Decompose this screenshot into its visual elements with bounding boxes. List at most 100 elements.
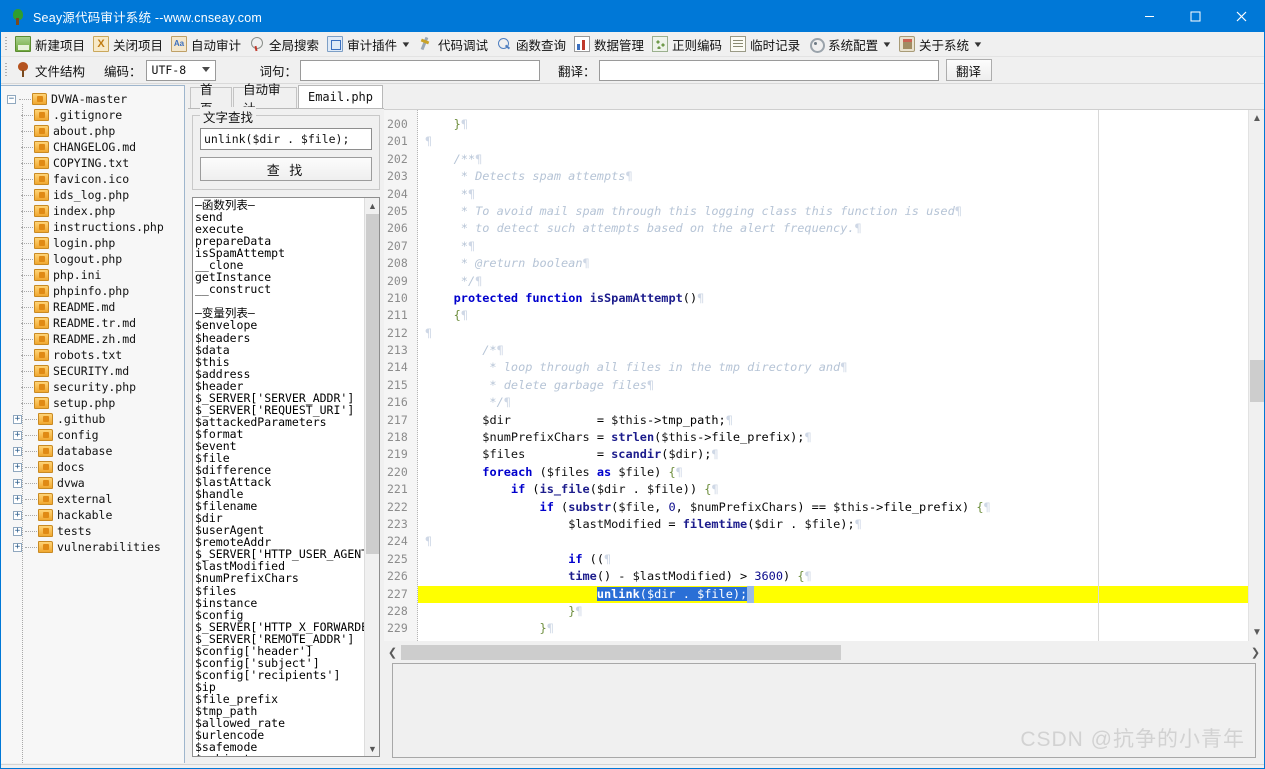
output-panel[interactable]: CSDN @抗争的小青年 — [392, 663, 1256, 758]
tree-node-file[interactable]: ids_log.php — [7, 187, 184, 203]
editor-tab-2[interactable]: Email.php — [297, 85, 383, 108]
tree-node-file[interactable]: CHANGELOG.md — [7, 139, 184, 155]
scroll-down-icon[interactable]: ▼ — [365, 741, 379, 756]
code-line[interactable]: }¶ — [418, 638, 1248, 641]
toolbar-regex-encode[interactable]: 正则编码 — [649, 33, 727, 55]
tree-node-file[interactable]: setup.php — [7, 395, 184, 411]
scrollbar-thumb[interactable] — [1250, 360, 1264, 402]
tree-node-file[interactable]: phpinfo.php — [7, 283, 184, 299]
variable-list-item[interactable]: $_SERVER['REMOTE_ADDR'] — [195, 633, 364, 645]
code-line[interactable]: time() - $lastModified) > 3600) {¶ — [418, 568, 1248, 585]
maximize-button[interactable] — [1172, 1, 1218, 32]
toolbar-about-system[interactable]: 关于系统 ▼ — [896, 33, 987, 55]
toolbar-data-manage[interactable]: 数据管理 — [571, 33, 649, 55]
encoding-select[interactable]: UTF-8 — [145, 59, 216, 81]
tree-node-folder[interactable]: + hackable — [7, 507, 184, 523]
variable-list-item[interactable]: $header — [195, 380, 364, 392]
code-line[interactable]: }¶ — [418, 620, 1248, 637]
expand-icon[interactable]: + — [13, 446, 22, 456]
code-line[interactable]: * loop through all files in the tmp dire… — [418, 359, 1248, 376]
variable-list-item[interactable]: $numPrefixChars — [195, 572, 364, 584]
code-line[interactable]: * Detects spam attempts¶ — [418, 168, 1248, 185]
tree-node-file[interactable]: login.php — [7, 235, 184, 251]
scroll-right-icon[interactable]: ❯ — [1247, 644, 1264, 661]
scroll-left-icon[interactable]: ❮ — [384, 644, 401, 661]
tree-node-folder[interactable]: + config — [7, 427, 184, 443]
code-line[interactable]: $dir = $this->tmp_path;¶ — [418, 412, 1248, 429]
tree-node-root[interactable]: − DVWA-master — [7, 91, 184, 107]
code-line[interactable]: *¶ — [418, 238, 1248, 255]
expand-icon[interactable]: + — [13, 510, 22, 520]
find-button[interactable]: 查 找 — [200, 157, 372, 181]
tree-node-folder[interactable]: + .github — [7, 411, 184, 427]
code-line[interactable]: *¶ — [418, 186, 1248, 203]
variable-list-item[interactable]: $subject — [195, 753, 364, 756]
expand-icon[interactable]: + — [13, 478, 22, 488]
code-line[interactable]: /*¶ — [418, 342, 1248, 359]
editor-vertical-scrollbar[interactable]: ▲ ▼ — [1248, 110, 1264, 641]
variable-list-item[interactable]: $this — [195, 356, 364, 368]
variable-list-item[interactable]: $config — [195, 609, 364, 621]
tree-node-file[interactable]: SECURITY.md — [7, 363, 184, 379]
symbol-listbox[interactable]: —函数列表— send execute prepareData isSpamAttemp… — [192, 197, 380, 757]
tree-node-file[interactable]: .gitignore — [7, 107, 184, 123]
code-line[interactable]: * @return boolean¶ — [418, 255, 1248, 272]
minimize-button[interactable] — [1126, 1, 1172, 32]
tree-node-file[interactable]: index.php — [7, 203, 184, 219]
toolbar-close-project[interactable]: X 关闭项目 — [90, 33, 168, 55]
tree-node-file[interactable]: COPYING.txt — [7, 155, 184, 171]
code-line[interactable]: }¶ — [418, 116, 1248, 133]
editor-horizontal-scrollbar[interactable]: ❮ ❯ — [384, 643, 1264, 661]
variable-list-item[interactable]: $data — [195, 344, 364, 356]
scroll-up-icon[interactable]: ▲ — [1249, 110, 1264, 127]
translate-button[interactable]: 翻译 — [945, 59, 992, 81]
function-list-item[interactable]: __construct — [195, 283, 364, 295]
tree-node-file[interactable]: README.tr.md — [7, 315, 184, 331]
tree-node-file[interactable]: logout.php — [7, 251, 184, 267]
code-line[interactable]: */¶ — [418, 273, 1248, 290]
code-editor[interactable]: 200 201 202 203 204 205 206 207 208 209 210 211 212 2… — [384, 109, 1264, 641]
tree-node-folder[interactable]: + tests — [7, 523, 184, 539]
code-line[interactable]: ¶ — [418, 533, 1248, 550]
code-line[interactable]: protected function isSpamAttempt()¶ — [418, 290, 1248, 307]
variable-list-item[interactable]: $config['header'] — [195, 645, 364, 657]
tree-node-file[interactable]: README.zh.md — [7, 331, 184, 347]
code-line[interactable]: */¶ — [418, 394, 1248, 411]
code-text-area[interactable]: }¶ ¶ /**¶ * Detects spam attempts¶ *¶ * T… — [418, 110, 1248, 641]
editor-tab-0[interactable]: 首页 — [190, 83, 232, 116]
variable-list-item[interactable]: $_SERVER['SERVER_ADDR'] — [195, 392, 364, 404]
code-line[interactable]: ¶ — [418, 133, 1248, 150]
code-line[interactable]: * to detect such attempts based on the a… — [418, 220, 1248, 237]
code-line-highlighted[interactable]: unlink($dir . $file); — [418, 585, 1248, 603]
toolbar-grip[interactable] — [3, 36, 10, 52]
toolbar-auto-audit[interactable]: Aa 自动审计 — [168, 33, 246, 55]
tree-node-folder[interactable]: + vulnerabilities — [7, 539, 184, 555]
toolbar-audit-plugin[interactable]: 审计插件 ▼ — [324, 33, 415, 55]
tree-node-file[interactable]: security.php — [7, 379, 184, 395]
toolbar-code-debug[interactable]: 代码调试 — [415, 33, 493, 55]
toolbar-global-search[interactable]: 全局搜索 — [246, 33, 324, 55]
tree-node-file[interactable]: favicon.ico — [7, 171, 184, 187]
tree-node-file[interactable]: instructions.php — [7, 219, 184, 235]
code-line[interactable]: if ((¶ — [418, 551, 1248, 568]
tree-node-folder[interactable]: + docs — [7, 459, 184, 475]
variable-list-item[interactable]: $files — [195, 584, 364, 596]
editor-tab-1[interactable]: 自动审计 — [233, 83, 297, 116]
code-line[interactable]: {¶ — [418, 307, 1248, 324]
scrollbar-thumb[interactable] — [366, 214, 379, 554]
tree-node-file[interactable]: about.php — [7, 123, 184, 139]
code-line[interactable]: $lastModified = filemtime($dir . $file);… — [418, 516, 1248, 533]
variable-list-item[interactable]: $_SERVER['HTTP_X_FORWARDED_ — [195, 621, 364, 633]
phrase-input[interactable] — [300, 59, 541, 81]
tree-node-file[interactable]: README.md — [7, 299, 184, 315]
variable-list-item[interactable]: $address — [195, 368, 364, 380]
variable-list-item[interactable]: $envelope — [195, 319, 364, 331]
code-line[interactable]: * To avoid mail spam through this loggin… — [418, 203, 1248, 220]
expand-icon[interactable]: + — [13, 462, 22, 472]
symbol-list-scrollbar[interactable]: ▲ ▼ — [364, 198, 379, 756]
code-line[interactable]: * delete garbage files¶ — [418, 377, 1248, 394]
file-structure-button[interactable]: 文件结构 — [12, 59, 90, 81]
expand-icon[interactable]: + — [13, 494, 22, 504]
scroll-down-icon[interactable]: ▼ — [1249, 624, 1264, 641]
toolbar-system-config[interactable]: 系统配置 ▼ — [805, 33, 896, 55]
